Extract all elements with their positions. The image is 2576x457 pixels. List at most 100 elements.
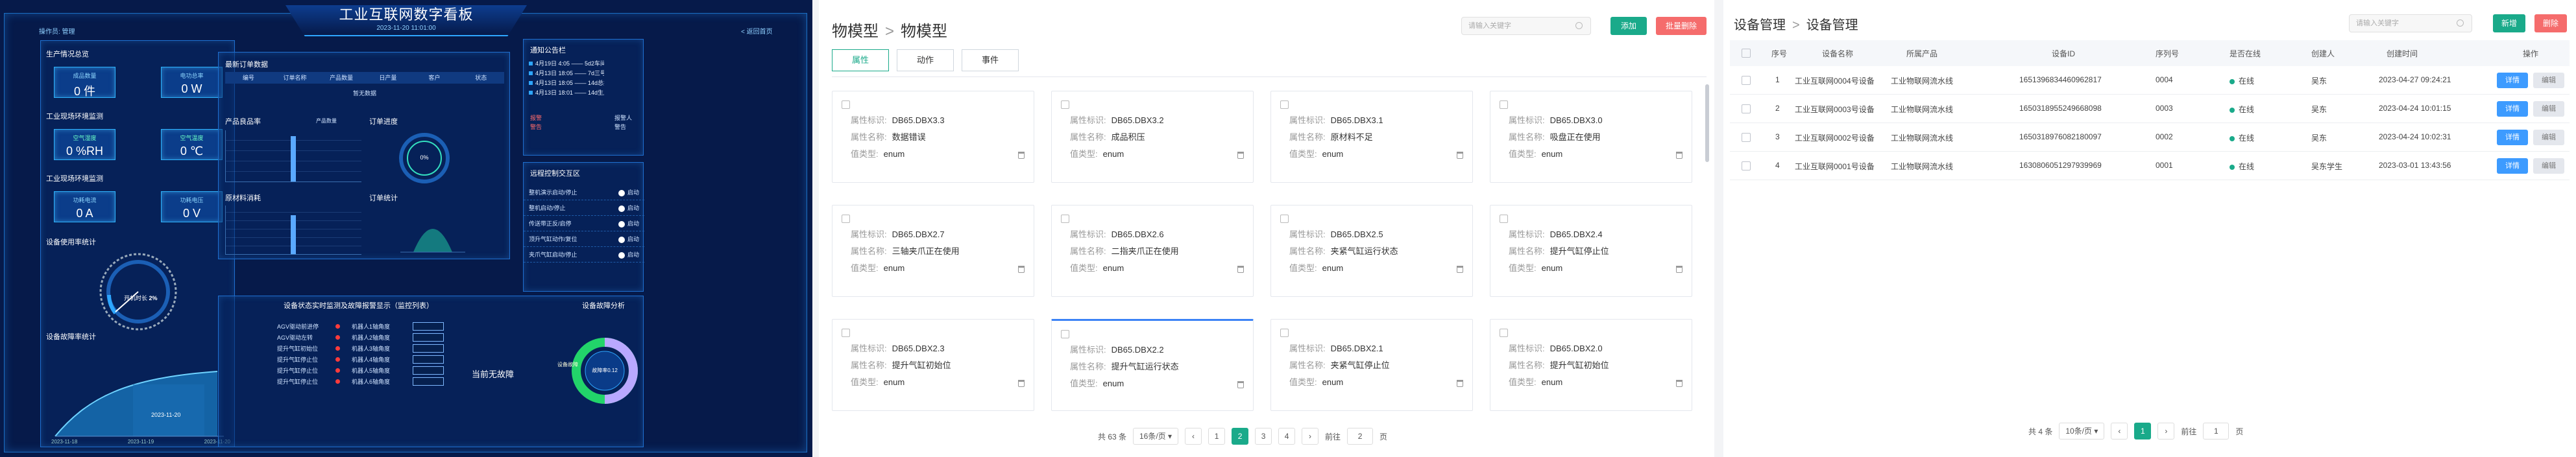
page-button[interactable]: 4 [1278, 428, 1296, 445]
angle-input[interactable] [413, 322, 444, 331]
pagination-total: 共 4 条 [2028, 427, 2053, 436]
card-checkbox[interactable] [842, 329, 850, 337]
goto-label: 前往 [2181, 427, 2197, 436]
back-home-button[interactable]: < 返回首页 [741, 26, 773, 36]
trash-icon[interactable] [1018, 266, 1025, 273]
search-input[interactable]: 请输入关键字 [2349, 14, 2472, 32]
attribute-card[interactable]: 属性标识: DB65.DBX2.2 属性名称: 提升气缸运行状态 值类型: enum [1051, 319, 1254, 411]
prev-page-button[interactable]: ‹ [2111, 423, 2128, 439]
delete-button[interactable]: 删除 [2534, 14, 2567, 32]
trash-icon[interactable] [1457, 266, 1463, 273]
notice-item[interactable]: 4月19日 4:05 —— 5d2车间产线一小时维修排班 [529, 59, 604, 69]
page-button-current[interactable]: 2 [1232, 428, 1249, 445]
goto-input[interactable]: 1 [2203, 423, 2230, 439]
tab-events[interactable]: 事件 [962, 49, 1019, 71]
cell-product: 工业物联网流水线 [1891, 134, 1954, 143]
attribute-card[interactable]: 属性标识: DB65.DBX2.1 属性名称: 夹紧气缸停止位 值类型: enum [1270, 319, 1473, 411]
remote-toggle[interactable]: 启动 [618, 250, 639, 259]
edit-button[interactable]: 编辑 [2533, 73, 2564, 88]
attribute-card[interactable]: 属性标识: DB65.DBX3.1 属性名称: 原材料不足 值类型: enum [1270, 91, 1473, 183]
card-checkbox[interactable] [1061, 215, 1069, 223]
edit-button[interactable]: 编辑 [2533, 130, 2564, 145]
detail-button[interactable]: 详情 [2497, 158, 2528, 174]
attribute-card[interactable]: 属性标识: DB65.DBX2.3 属性名称: 提升气缸初始位 值类型: enum [832, 319, 1034, 411]
angle-input[interactable] [413, 344, 444, 353]
page-button[interactable]: 1 [1208, 428, 1226, 445]
angle-input[interactable] [413, 355, 444, 364]
prev-page-button[interactable]: ‹ [1185, 428, 1202, 445]
attribute-card[interactable]: 属性标识: DB65.DBX2.5 属性名称: 夹紧气缸运行状态 值类型: enum [1270, 205, 1473, 297]
trash-icon[interactable] [1018, 152, 1025, 159]
trash-icon[interactable] [1237, 152, 1244, 159]
trash-icon[interactable] [1676, 380, 1683, 387]
tab-attributes[interactable]: 属性 [832, 49, 889, 71]
row-checkbox[interactable] [1742, 133, 1751, 142]
remote-toggle[interactable]: 启动 [618, 235, 639, 243]
page-button-current[interactable]: 1 [2134, 423, 2152, 439]
attribute-card[interactable]: 属性标识: DB65.DBX3.3 属性名称: 数据错误 值类型: enum [832, 91, 1034, 183]
trash-icon[interactable] [1457, 152, 1463, 159]
batch-delete-button[interactable]: 批量删除 [1656, 17, 1707, 35]
attribute-card[interactable]: 属性标识: DB65.DBX2.0 属性名称: 提升气缸初始位 值类型: enum [1490, 319, 1692, 411]
trash-icon[interactable] [1018, 380, 1025, 387]
angle-input[interactable] [413, 377, 444, 386]
page-button[interactable]: 3 [1255, 428, 1272, 445]
notice-item[interactable]: 4月13日 18:05 —— 7d三号发水线降低维修时间调... [529, 69, 604, 78]
card-checkbox[interactable] [1280, 100, 1289, 109]
trash-icon[interactable] [1237, 381, 1244, 388]
edit-button[interactable]: 编辑 [2533, 158, 2564, 174]
angle-input[interactable] [413, 333, 444, 342]
notice-item[interactable]: 4月13日 18:05 —— 14d总控大屏维护 [529, 78, 604, 88]
breadcrumb-item[interactable]: 物模型 [832, 23, 879, 40]
row-checkbox[interactable] [1742, 161, 1751, 170]
detail-button[interactable]: 详情 [2497, 130, 2528, 145]
card-checkbox[interactable] [1061, 330, 1069, 338]
attribute-card[interactable]: 属性标识: DB65.DBX3.0 属性名称: 吸盘正在使用 值类型: enum [1490, 91, 1692, 183]
card-field: 值类型: enum [1509, 263, 1563, 273]
attribute-card[interactable]: 属性标识: DB65.DBX3.2 属性名称: 成品积压 值类型: enum [1051, 91, 1254, 183]
edit-button[interactable]: 编辑 [2533, 101, 2564, 117]
remote-toggle[interactable]: 启动 [618, 188, 639, 196]
trash-icon[interactable] [1676, 152, 1683, 159]
card-checkbox[interactable] [1500, 100, 1508, 109]
tab-actions[interactable]: 动作 [897, 49, 954, 71]
detail-button[interactable]: 详情 [2497, 101, 2528, 117]
select-all-checkbox[interactable] [1742, 49, 1751, 58]
card-checkbox[interactable] [1280, 215, 1289, 223]
remote-row-label: 传送带正反/启停 [529, 220, 572, 227]
add-button[interactable]: 新增 [2493, 14, 2525, 32]
trash-icon[interactable] [1457, 380, 1463, 387]
page-size-select[interactable]: 16条/页 ▾ [1133, 428, 1179, 445]
cell-created-time: 2023-03-01 13:43:56 [2379, 161, 2451, 170]
card-checkbox[interactable] [1500, 329, 1508, 337]
card-checkbox[interactable] [1500, 215, 1508, 223]
remote-toggle[interactable]: 启动 [618, 219, 639, 228]
remote-toggle[interactable]: 启动 [618, 204, 639, 212]
scrollbar[interactable] [1705, 84, 1709, 162]
card-checkbox[interactable] [842, 215, 850, 223]
card-checkbox[interactable] [1061, 100, 1069, 109]
next-page-button[interactable]: › [2157, 423, 2175, 439]
trash-icon[interactable] [1676, 266, 1683, 273]
next-page-button[interactable]: › [1302, 428, 1319, 445]
search-input[interactable]: 请输入关键字 [1461, 17, 1591, 35]
attribute-card[interactable]: 属性标识: DB65.DBX2.6 属性名称: 二指夹爪正在使用 值类型: enum [1051, 205, 1254, 297]
breadcrumb-item[interactable]: 设备管理 [1734, 18, 1786, 32]
page-size-select[interactable]: 10条/页 ▾ [2059, 423, 2105, 439]
card-field-value: enum [1322, 149, 1344, 159]
angle-input[interactable] [413, 366, 444, 375]
detail-button[interactable]: 详情 [2497, 73, 2528, 88]
header-cell: 设备ID [2052, 49, 2076, 58]
attribute-card[interactable]: 属性标识: DB65.DBX2.4 属性名称: 提升气缸停止位 值类型: enum [1490, 205, 1692, 297]
device-status-row: 提升气缸初始位 机器人3轴角度 [277, 343, 444, 354]
row-checkbox[interactable] [1742, 104, 1751, 113]
add-button[interactable]: 添加 [1610, 17, 1647, 35]
attribute-card[interactable]: 属性标识: DB65.DBX2.7 属性名称: 三轴夹爪正在使用 值类型: enum [832, 205, 1034, 297]
trash-icon[interactable] [1237, 266, 1244, 273]
card-checkbox[interactable] [1280, 329, 1289, 337]
online-dot-icon [2230, 135, 2235, 141]
card-checkbox[interactable] [842, 100, 850, 109]
row-checkbox[interactable] [1742, 76, 1751, 85]
notice-item[interactable]: 4月13日 18:01 —— 14d生产车间维护 [529, 88, 604, 98]
goto-input[interactable]: 2 [1347, 428, 1374, 445]
